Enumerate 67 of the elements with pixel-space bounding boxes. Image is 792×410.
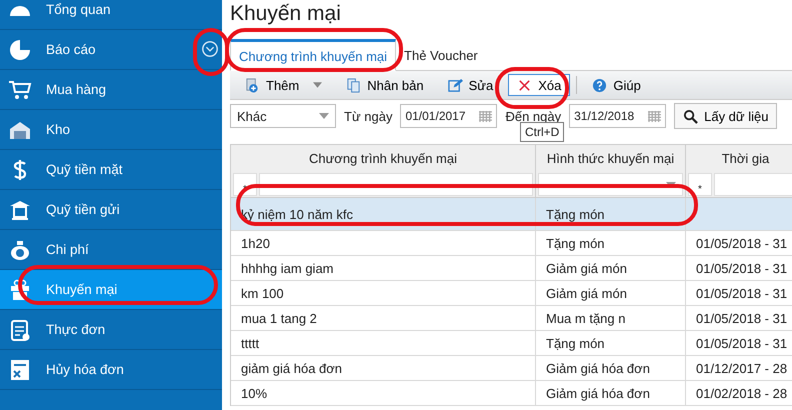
table-row[interactable]: mua 1 tang 2 Mua m tặng n 01/05/2018 - 31: [231, 306, 792, 331]
toolbar-button[interactable]: Nhân bản: [337, 74, 433, 96]
table-cell: km 100: [241, 286, 284, 300]
table-cell: Tặng món: [546, 206, 605, 222]
calendar-icon: [479, 110, 492, 122]
table-cell: 01/12/2017 - 28: [696, 360, 788, 376]
sidebar-item[interactable]: Thực đơn: [0, 310, 222, 350]
fetch-data-button[interactable]: Lấy dữ liệu: [674, 103, 778, 129]
table-row[interactable]: 10% Giảm giá hóa đơn 01/02/2018 - 28: [231, 381, 792, 406]
table-row[interactable]: km 100 Giảm giá món 01/05/2018 - 31: [231, 281, 792, 306]
sidebar-item[interactable]: Quỹ tiền gửi: [0, 190, 222, 230]
menu-item-icon: [8, 38, 32, 62]
from-date-field[interactable]: 01/01/2017: [400, 104, 498, 128]
page-title: Khuyến mại: [230, 1, 342, 27]
table-cell: 01/02/2018 - 28: [696, 386, 788, 400]
caret-icon[interactable]: [313, 82, 322, 88]
collapse-toggle-icon[interactable]: [201, 40, 219, 58]
tab[interactable]: Chương trình khuyến mại: [230, 39, 396, 71]
table-cell: 01/05/2018 - 31: [696, 336, 788, 350]
table-cell: 01/05/2018 - 31: [696, 260, 788, 276]
menu-item-icon: [8, 358, 32, 382]
table-cell: mua 1 tang 2: [241, 310, 317, 326]
table-cell: 01/05/2018 - 31: [696, 310, 788, 326]
copy-icon: [346, 78, 362, 92]
table-row[interactable]: giảm giá hóa đơn Giảm giá hóa đơn 01/12/2017 - 28: [231, 356, 792, 381]
table-cell: Giảm giá hóa đơn: [546, 360, 650, 376]
table-row[interactable]: hhhhg iam giam Giảm giá món 01/05/2018 - 31: [231, 256, 792, 281]
table-cell: 01/05/2018 - 31: [696, 286, 788, 300]
edit-icon: [448, 78, 463, 92]
table-cell: Mua m tặng n: [546, 310, 626, 326]
table-cell: Giảm giá món: [546, 286, 627, 300]
table-cell: ttttt: [241, 336, 260, 350]
sidebar-item[interactable]: Hủy hóa đơn: [0, 350, 222, 390]
toolbar-button[interactable]: Xóa: [508, 74, 570, 96]
toolbar-button[interactable]: Giúp: [583, 74, 650, 96]
to-date-field[interactable]: 31/12/2018: [569, 104, 666, 128]
toolbar-button[interactable]: Thêm: [236, 74, 332, 96]
sidebar-item[interactable]: Báo cáo: [0, 30, 222, 70]
caret-icon: [319, 113, 329, 119]
table-row[interactable]: 1h20 Tặng món 01/05/2018 - 31: [231, 231, 792, 256]
add-document-icon: [245, 78, 260, 92]
help-icon: [592, 78, 608, 92]
tooltip: Ctrl+D: [520, 122, 564, 142]
table-cell: 10%: [241, 386, 268, 400]
toolbar-button[interactable]: Sửa: [438, 74, 502, 96]
table-cell: Giảm giá món: [546, 260, 627, 276]
search-icon: [683, 108, 698, 124]
sidebar-item[interactable]: Mua hàng: [0, 70, 222, 110]
sidebar-item[interactable]: Kho: [0, 110, 222, 150]
table-cell: Giảm giá hóa đơn: [546, 386, 650, 400]
from-date-label: Từ ngày: [344, 108, 392, 124]
filter-field[interactable]: [714, 173, 792, 196]
period-dropdown[interactable]: Khác: [230, 104, 336, 128]
close-icon: [517, 78, 532, 92]
table-cell: Tặng món: [546, 236, 605, 250]
table-cell: 1h20: [241, 236, 270, 250]
table-cell: hhhhg iam giam: [241, 260, 334, 276]
filter-operator[interactable]: *: [688, 173, 712, 196]
table-cell: giảm giá hóa đơn: [241, 360, 342, 376]
table-cell: 01/05/2018 - 31: [696, 236, 788, 250]
menu-item-icon: [8, 278, 32, 302]
tab[interactable]: Thẻ Voucher: [396, 40, 486, 70]
sidebar-item[interactable]: Tổng quan: [0, 0, 222, 30]
menu-item-icon: [8, 318, 32, 342]
calendar-icon: [648, 110, 662, 122]
table-row[interactable]: ttttt Tặng món 01/05/2018 - 31: [231, 331, 792, 356]
table-cell: Tặng món: [546, 336, 605, 350]
